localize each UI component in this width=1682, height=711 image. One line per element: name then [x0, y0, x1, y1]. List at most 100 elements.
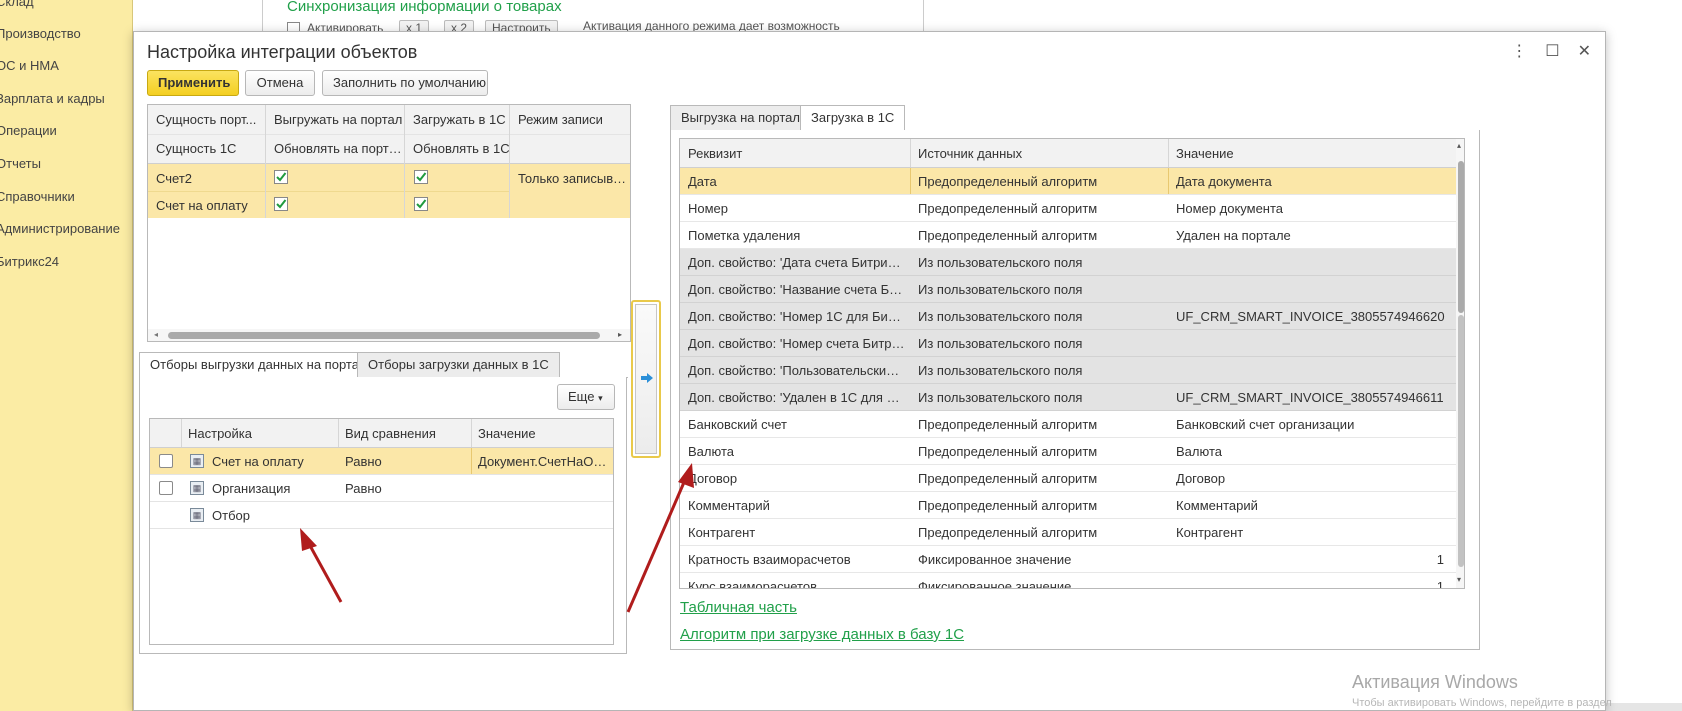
col-header-mapping-value[interactable]: Значение — [1176, 146, 1446, 161]
table-row[interactable]: Пометка удаления Предопределенный алгорит… — [680, 222, 1456, 249]
sidebar-item-operations[interactable]: Операции — [0, 123, 57, 138]
sidebar-item-production[interactable]: Производство — [0, 26, 81, 41]
table-row[interactable]: Доп. свойство: 'Удален в 1С для Би... Из … — [680, 384, 1456, 411]
tabular-section-link[interactable]: Табличная часть — [680, 599, 797, 616]
table-row[interactable]: Номер Предопределенный алгоритм Номер доку… — [680, 195, 1456, 222]
col-header-comparison[interactable]: Вид сравнения — [345, 426, 465, 441]
mapping-source[interactable]: Из пользовательского поля — [918, 255, 1162, 270]
table-row[interactable]: Комментарий Предопределенный алгоритм Комм… — [680, 492, 1456, 519]
mapping-source[interactable]: Предопределенный алгоритм — [918, 417, 1162, 432]
col-header-update-1c[interactable]: Обновлять в 1С — [413, 141, 513, 156]
mapping-value[interactable]: UF_CRM_SMART_INVOICE_3805574946611 — [1176, 390, 1452, 405]
mapping-source[interactable]: Предопределенный алгоритм — [918, 525, 1162, 540]
cancel-button[interactable]: Отмена — [245, 70, 315, 96]
table-row[interactable]: Доп. свойство: 'Номер 1С для Битр... Из п… — [680, 303, 1456, 330]
table-row[interactable]: Контрагент Предопределенный алгоритм Контр… — [680, 519, 1456, 546]
scroll-left-icon[interactable]: ◂ — [154, 330, 158, 339]
mapping-source[interactable]: Предопределенный алгоритм — [918, 471, 1162, 486]
sidebar-item-administration[interactable]: Администрирование — [0, 221, 120, 236]
filter-compare[interactable]: Равно — [345, 481, 465, 496]
col-header-portal-entity[interactable]: Сущность порт... — [156, 112, 264, 127]
scroll-right-icon[interactable]: ▸ — [618, 330, 622, 339]
scroll-up-icon[interactable]: ▴ — [1457, 141, 1461, 150]
import-checkbox[interactable] — [414, 197, 428, 211]
mapping-value[interactable]: UF_CRM_SMART_INVOICE_3805574946620 — [1176, 309, 1452, 324]
mapping-value[interactable]: Комментарий — [1176, 498, 1452, 513]
scrollbar-thumb-lower[interactable] — [1458, 315, 1464, 567]
apply-button[interactable]: Применить — [147, 70, 239, 96]
mapping-source[interactable]: Из пользовательского поля — [918, 390, 1162, 405]
move-right-button[interactable] — [631, 300, 661, 458]
tab-export-portal[interactable]: Выгрузка на портал — [670, 105, 811, 131]
mapping-source[interactable]: Предопределенный алгоритм — [918, 444, 1162, 459]
mapping-source[interactable]: Фиксированное значение — [918, 552, 1162, 567]
scrollbar-thumb[interactable] — [1458, 161, 1464, 313]
col-header-setting[interactable]: Настройка — [188, 426, 328, 441]
filter-checkbox[interactable] — [159, 481, 173, 495]
sidebar-item-payroll[interactable]: Зарплата и кадры — [0, 91, 105, 106]
background-window-title: Синхронизация информации о товарах — [287, 0, 562, 15]
export-checkbox[interactable] — [274, 197, 288, 211]
table-row[interactable]: Курс взаиморасчетов Фиксированное значени… — [680, 573, 1456, 588]
mapping-value[interactable]: 1 — [1176, 579, 1444, 588]
sidebar-item-bitrix24[interactable]: Битрикс24 — [0, 254, 59, 269]
tab-export-filters[interactable]: Отборы выгрузки данных на портал — [139, 352, 378, 378]
mapping-value[interactable]: Контрагент — [1176, 525, 1452, 540]
horizontal-scrollbar[interactable]: ◂ ▸ — [148, 329, 630, 341]
filter-checkbox[interactable] — [159, 454, 173, 468]
table-row[interactable]: Дата Предопределенный алгоритм Дата докуме… — [680, 168, 1456, 195]
col-header-data-source[interactable]: Источник данных — [918, 146, 1158, 161]
sidebar-item-warehouse[interactable]: Склад — [0, 0, 34, 9]
vertical-scrollbar[interactable]: ▴ ▾ — [1456, 139, 1464, 588]
mapping-source[interactable]: Предопределенный алгоритм — [918, 498, 1162, 513]
mapping-source[interactable]: Предопределенный алгоритм — [918, 174, 1162, 189]
mapping-source[interactable]: Из пользовательского поля — [918, 282, 1162, 297]
mapping-value[interactable]: Номер документа — [1176, 201, 1452, 216]
table-row[interactable]: Доп. свойство: 'Дата счета Битрикс24' Из … — [680, 249, 1456, 276]
table-row[interactable]: Доп. свойство: 'Название счета Бит... Из … — [680, 276, 1456, 303]
mapping-source[interactable]: Фиксированное значение — [918, 579, 1162, 588]
mapping-value[interactable]: Валюта — [1176, 444, 1452, 459]
mapping-source[interactable]: Предопределенный алгоритм — [918, 228, 1162, 243]
more-icon[interactable]: ⋮ — [1511, 41, 1527, 61]
table-row[interactable]: Договор Предопределенный алгоритм Договор — [680, 465, 1456, 492]
filter-compare[interactable]: Равно — [345, 454, 465, 469]
maximize-icon[interactable]: ☐ — [1545, 41, 1559, 61]
scrollbar-thumb[interactable] — [168, 332, 600, 339]
mapping-source[interactable]: Из пользовательского поля — [918, 336, 1162, 351]
col-header-export-portal[interactable]: Выгружать на портал — [274, 112, 408, 127]
mapping-source[interactable]: Из пользовательского поля — [918, 363, 1162, 378]
filter-value[interactable]: Документ.СчетНаОп... — [478, 454, 611, 469]
export-checkbox[interactable] — [274, 170, 288, 184]
table-row[interactable]: Доп. свойство: 'Пользовательский к... Из … — [680, 357, 1456, 384]
fill-default-button[interactable]: Заполнить по умолчанию — [322, 70, 488, 96]
mapping-value[interactable]: Удален на портале — [1176, 228, 1452, 243]
col-header-field[interactable]: Реквизит — [688, 146, 898, 161]
mapping-source[interactable]: Из пользовательского поля — [918, 309, 1162, 324]
mapping-value[interactable]: 1 — [1176, 552, 1444, 567]
col-header-write-mode[interactable]: Режим записи — [518, 112, 628, 127]
write-mode-value[interactable]: Только записывать — [518, 171, 630, 186]
mapping-value[interactable]: Дата документа — [1176, 174, 1452, 189]
col-header-import-1c[interactable]: Загружать в 1С — [413, 112, 513, 127]
table-row[interactable]: Валюта Предопределенный алгоритм Валюта — [680, 438, 1456, 465]
scroll-down-icon[interactable]: ▾ — [1457, 575, 1461, 584]
import-algorithm-link[interactable]: Алгоритм при загрузке данных в базу 1С — [680, 626, 964, 643]
table-row[interactable]: Кратность взаиморасчетов Фиксированное зн… — [680, 546, 1456, 573]
tab-import-filters[interactable]: Отборы загрузки данных в 1С — [357, 352, 560, 378]
sidebar-item-reports[interactable]: Отчеты — [0, 156, 41, 171]
mapping-source[interactable]: Предопределенный алгоритм — [918, 201, 1162, 216]
more-button[interactable]: Еще ▾ — [557, 384, 615, 410]
col-header-value[interactable]: Значение — [478, 426, 608, 441]
table-row[interactable]: Банковский счет Предопределенный алгоритм… — [680, 411, 1456, 438]
import-checkbox[interactable] — [414, 170, 428, 184]
col-header-1c-entity[interactable]: Сущность 1С — [156, 141, 264, 156]
close-icon[interactable]: ✕ — [1578, 41, 1591, 61]
table-row[interactable]: Доп. свойство: 'Номер счета Битрик... Из … — [680, 330, 1456, 357]
sidebar-item-catalogs[interactable]: Справочники — [0, 189, 75, 204]
col-header-update-portal[interactable]: Обновлять на портале — [274, 141, 408, 156]
mapping-value[interactable]: Банковский счет организации — [1176, 417, 1452, 432]
tab-import-1c[interactable]: Загрузка в 1С — [800, 105, 906, 131]
sidebar-item-fixed-assets[interactable]: ОС и НМА — [0, 58, 59, 73]
mapping-value[interactable]: Договор — [1176, 471, 1452, 486]
